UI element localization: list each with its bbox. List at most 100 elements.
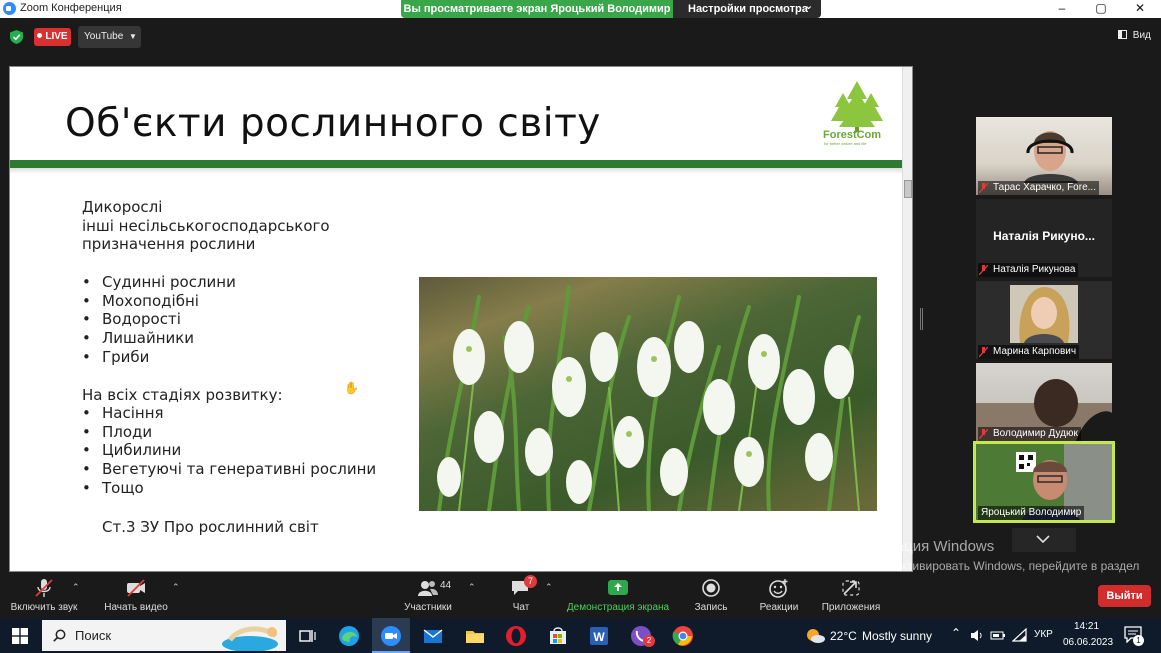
title-divider xyxy=(10,160,903,168)
viber-taskbar-button[interactable]: 2 xyxy=(630,625,655,647)
chat-button[interactable]: 7 Чат xyxy=(504,574,538,618)
shield-icon[interactable] xyxy=(10,30,23,44)
live-badge: LIVE xyxy=(34,28,71,46)
participant-video xyxy=(1024,131,1078,183)
apps-button[interactable]: Приложения xyxy=(818,574,884,618)
list-item: Плоди xyxy=(82,423,376,442)
share-screen-button[interactable]: Демонстрация экрана xyxy=(562,574,674,618)
slide-scrollbar[interactable] xyxy=(902,67,912,571)
unmute-label: Включить звук xyxy=(10,602,78,613)
participant-name: Наталія Рикунова xyxy=(978,263,1079,277)
zoom-app-icon xyxy=(381,626,401,646)
video-options-caret[interactable]: ⌃ xyxy=(172,582,180,593)
scrollbar-thumb[interactable] xyxy=(904,180,912,198)
opera-icon[interactable] xyxy=(505,625,527,647)
file-explorer-icon[interactable] xyxy=(464,625,486,647)
list-item: Насіння xyxy=(82,404,376,423)
list-item: Вегетуючі та генеративні рослини xyxy=(82,460,376,479)
participant-tile[interactable]: Марина Карпович xyxy=(976,281,1112,359)
edge-browser-icon[interactable] xyxy=(338,625,360,647)
taskbar-search[interactable]: Поиск xyxy=(42,620,286,651)
record-label: Запись xyxy=(694,602,728,613)
viber-badge: 2 xyxy=(643,635,655,647)
participant-tile[interactable]: Володимир Дудюк xyxy=(976,363,1112,441)
muted-mic-icon xyxy=(35,579,53,597)
divider-shadow xyxy=(10,168,903,174)
minimize-button[interactable]: – xyxy=(1042,0,1082,18)
plant-types-list: Судинні рослини Мохоподібні Водорості Ли… xyxy=(82,273,236,367)
clock-date[interactable]: 06.06.2023 xyxy=(1063,637,1113,648)
view-settings-button[interactable]: Настройки просмотра ⌄ xyxy=(673,0,821,18)
list-item: Водорості xyxy=(82,310,236,329)
audio-options-caret[interactable]: ⌃ xyxy=(72,582,80,593)
participants-button[interactable]: 44 Участники xyxy=(398,574,458,618)
intro-line: Дикорослі xyxy=(82,198,163,216)
muted-mic-icon xyxy=(979,429,988,439)
close-button[interactable]: ✕ xyxy=(1120,0,1160,18)
participants-label: Участники xyxy=(404,602,452,613)
zoom-logo-icon xyxy=(3,2,16,15)
chrome-icon[interactable] xyxy=(672,625,694,647)
youtube-label: YouTube xyxy=(84,31,124,42)
notifications-button[interactable]: 1 xyxy=(1124,626,1144,646)
mail-icon[interactable] xyxy=(422,625,444,647)
list-item: Лишайники xyxy=(82,329,236,348)
weather-temp[interactable]: 22°C xyxy=(830,629,857,643)
slide-title: Об'єкти рослинного світу xyxy=(65,101,601,146)
chat-options-caret[interactable]: ⌃ xyxy=(545,582,553,593)
task-view-icon[interactable] xyxy=(296,625,318,647)
participant-name: Марина Карпович xyxy=(978,345,1080,359)
hand-cursor-icon: ✋ xyxy=(344,381,359,395)
share-banner: Вы просматриваете экран Яроцький Володим… xyxy=(401,0,821,18)
reactions-label: Реакции xyxy=(759,602,799,613)
logo-tagline: for better nature and life xyxy=(824,141,867,146)
wifi-icon[interactable] xyxy=(1012,628,1027,642)
share-screen-icon xyxy=(608,580,628,595)
weather-sunny-icon[interactable] xyxy=(804,626,826,646)
active-speaker-tile[interactable]: Яроцький Володимир xyxy=(973,441,1115,523)
participant-tile[interactable]: Наталія Рикуно... Наталія Рикунова xyxy=(976,199,1112,277)
store-icon[interactable] xyxy=(547,625,569,647)
keyboard-language[interactable]: УКР xyxy=(1034,629,1053,640)
leave-button[interactable]: Выйти xyxy=(1098,585,1151,607)
view-button[interactable]: Вид xyxy=(1118,30,1151,41)
grid-view-icon xyxy=(1118,30,1127,39)
battery-icon[interactable] xyxy=(990,629,1006,642)
stages-list: Насіння Плоди Цибилини Вегетуючі та гене… xyxy=(82,404,376,498)
scroll-participants-button[interactable] xyxy=(1012,528,1076,552)
chevron-down-icon xyxy=(1036,535,1050,544)
windows-taskbar: Поиск W 2 22°C Mostly sunny ⌃ УКР 14:21 … xyxy=(0,618,1161,653)
panel-resize-handle[interactable] xyxy=(920,308,923,330)
zoom-taskbar-button[interactable] xyxy=(372,618,410,653)
muted-mic-icon xyxy=(979,265,988,275)
weather-text[interactable]: Mostly sunny xyxy=(862,629,932,643)
chat-badge: 7 xyxy=(524,575,537,588)
search-label: Поиск xyxy=(75,628,112,643)
window-title: Zoom Конференция xyxy=(20,2,122,14)
volume-icon[interactable] xyxy=(970,629,984,642)
share-screen-label: Демонстрация экрана xyxy=(566,602,670,613)
list-item: Гриби xyxy=(82,348,236,367)
logo-name: ForestCom xyxy=(823,129,882,141)
start-video-button[interactable]: Начать видео xyxy=(98,574,174,618)
reactions-button[interactable]: Реакции xyxy=(754,574,804,618)
word-icon[interactable]: W xyxy=(588,625,610,647)
youtube-stream-button[interactable]: YouTube ▼ xyxy=(78,26,141,48)
slide-intro: Дикорослі інші несільськогосподарського … xyxy=(82,198,330,254)
windows-start-icon[interactable] xyxy=(12,628,28,644)
chat-label: Чат xyxy=(512,602,530,613)
unmute-button[interactable]: Включить звук xyxy=(4,574,84,618)
restore-button[interactable]: ▢ xyxy=(1081,0,1121,18)
clock-time[interactable]: 14:21 xyxy=(1074,621,1099,632)
participant-display-name: Наталія Рикуно... xyxy=(993,229,1095,243)
intro-line: призначення рослини xyxy=(82,235,256,254)
share-banner-text: Вы просматриваете экран Яроцький Володим… xyxy=(401,0,673,18)
muted-mic-icon xyxy=(979,347,988,357)
record-button[interactable]: Запись xyxy=(690,574,732,618)
chevron-down-icon: ⌄ xyxy=(804,0,814,12)
shared-screen[interactable]: Об'єкти рослинного світу ForestCom for b… xyxy=(9,66,913,572)
chevron-up-icon[interactable]: ⌃ xyxy=(951,626,961,640)
participants-options-caret[interactable]: ⌃ xyxy=(468,582,476,593)
meeting-top-bar: LIVE YouTube ▼ Вид xyxy=(0,18,1161,62)
participant-tile[interactable]: Тарас Харачко, Fore... xyxy=(976,117,1112,195)
